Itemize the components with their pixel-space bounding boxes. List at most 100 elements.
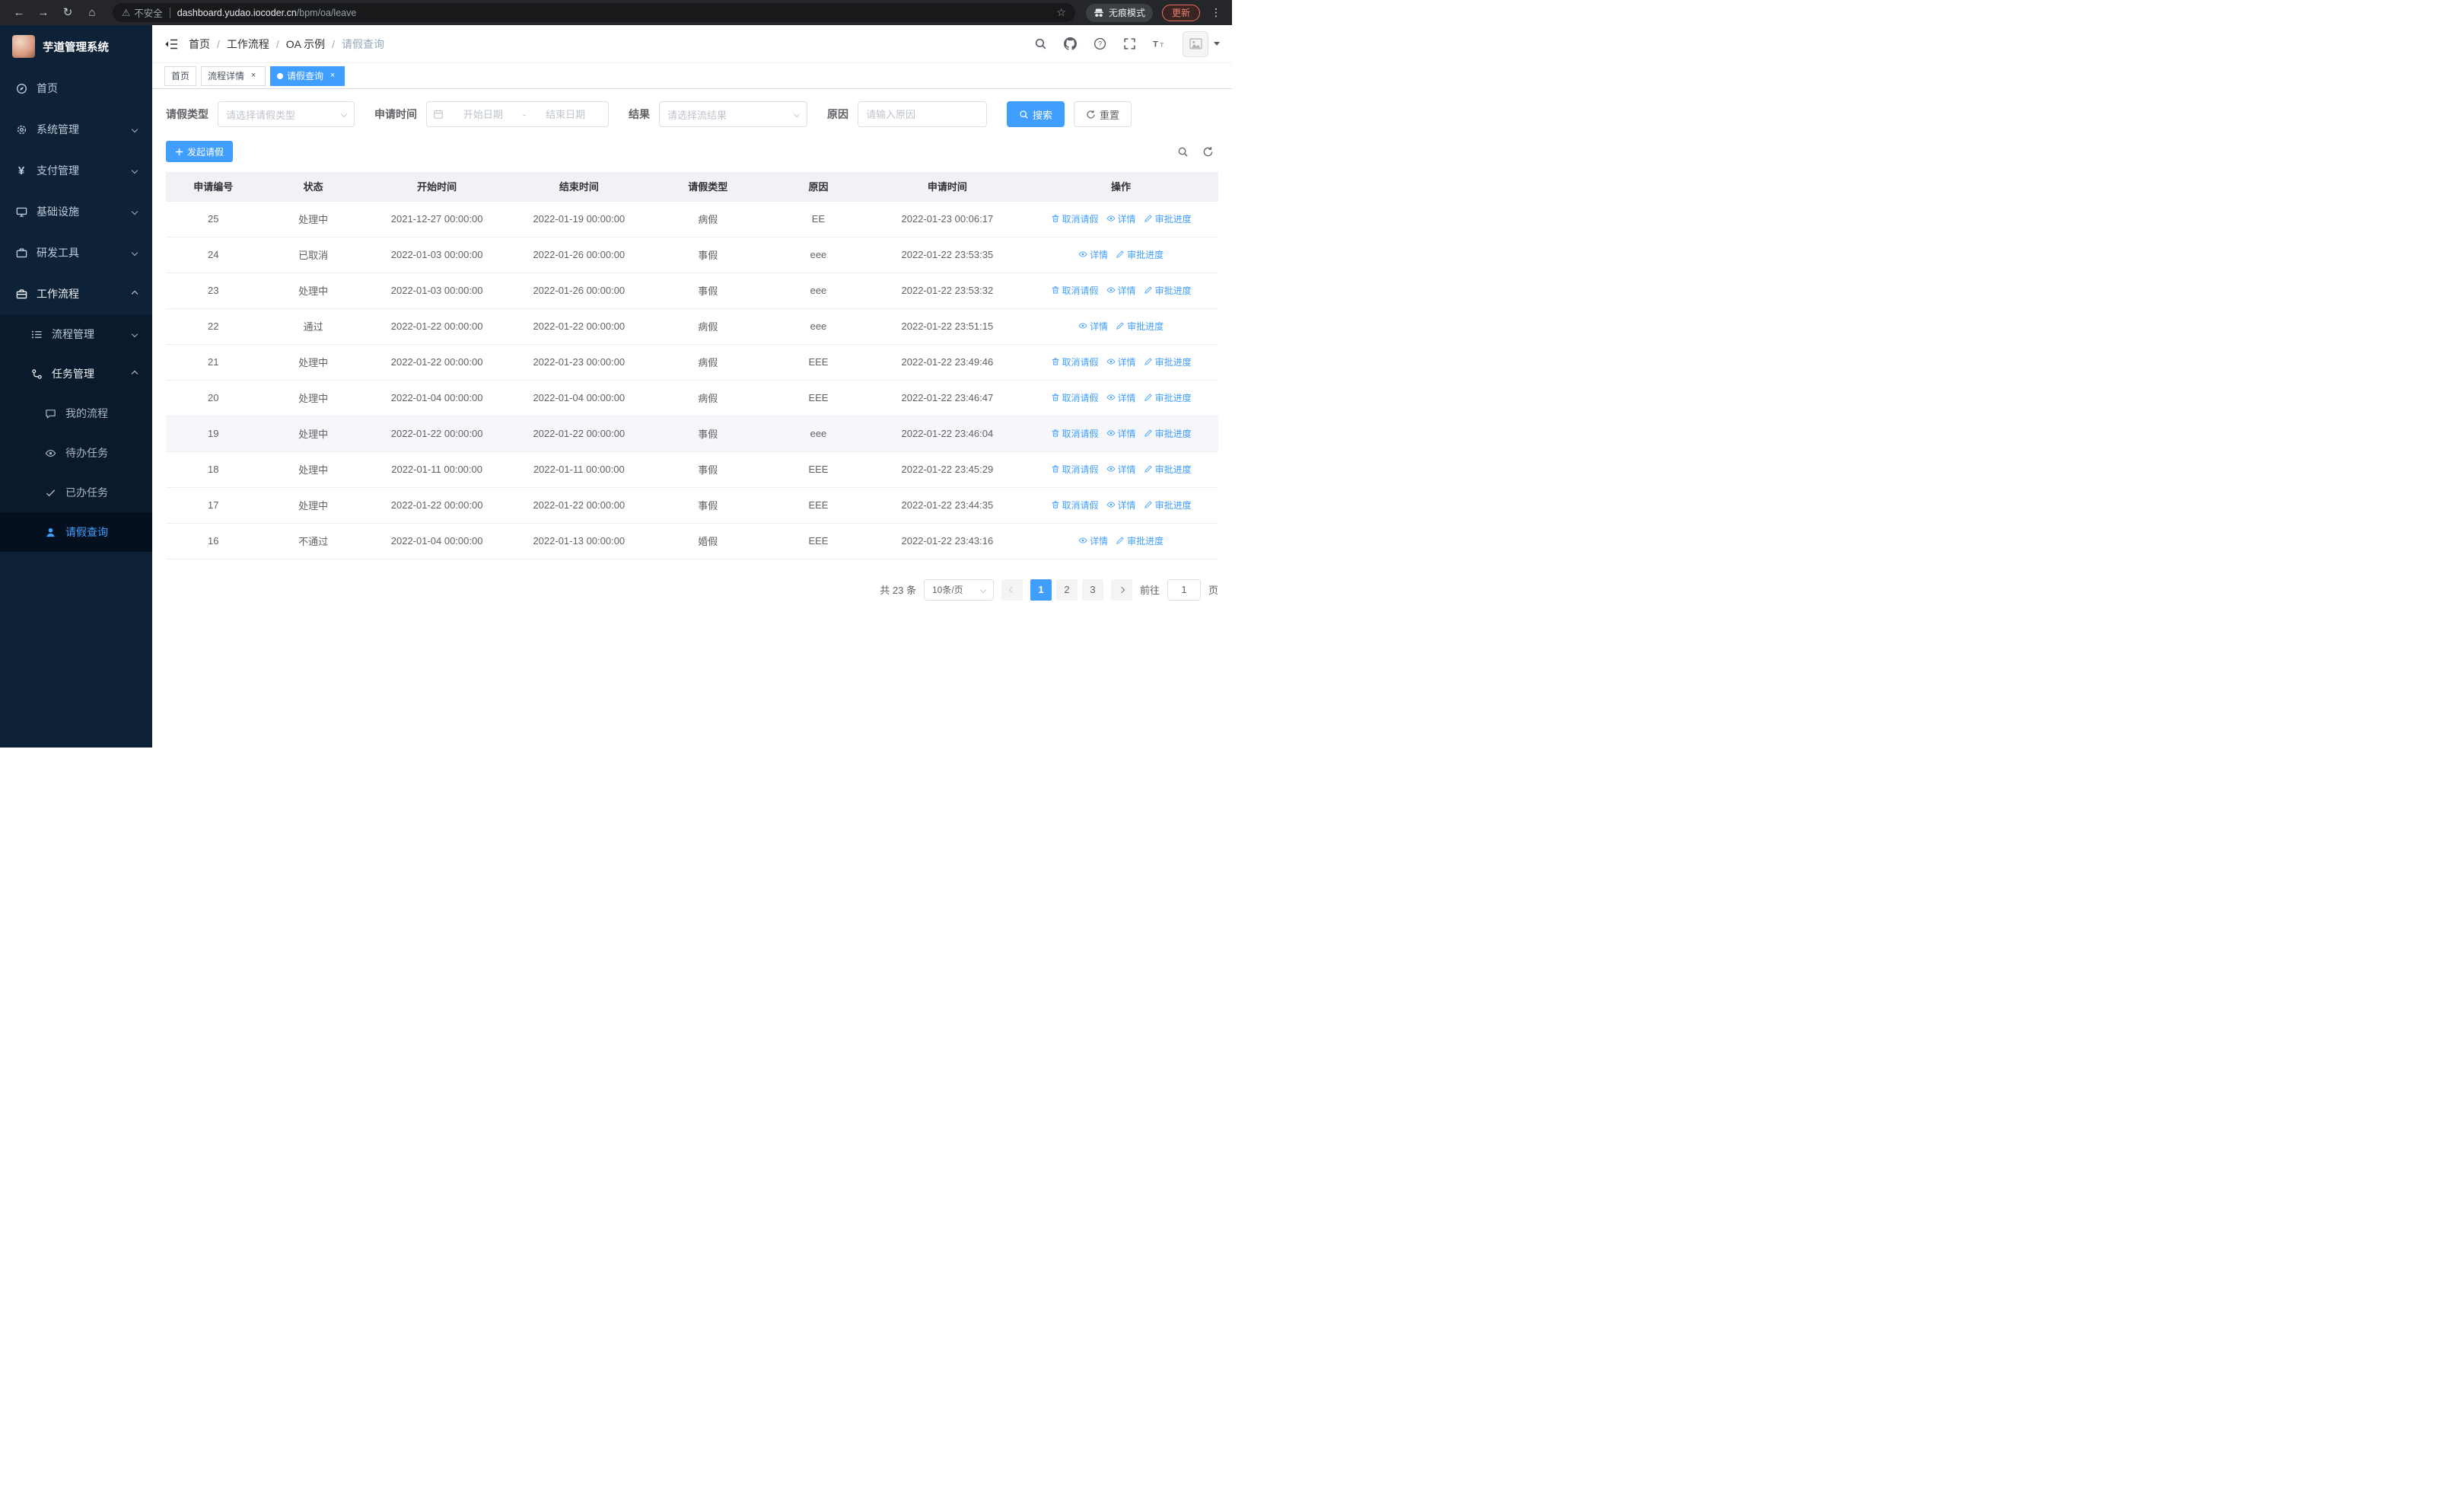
sidebar-item-process-management[interactable]: 流程管理 (0, 314, 152, 354)
next-page-button[interactable] (1110, 579, 1132, 601)
address-bar[interactable]: ⚠ 不安全 dashboard.yudao.iocoder.cn/bpm/oa/… (113, 3, 1075, 22)
detail-button[interactable]: 详情 (1078, 534, 1108, 547)
approval-progress-button[interactable]: 审批进度 (1116, 248, 1164, 261)
end-date-input[interactable] (529, 108, 602, 120)
detail-button[interactable]: 详情 (1106, 212, 1136, 225)
back-icon[interactable]: ← (9, 4, 29, 22)
home-icon[interactable]: ⌂ (82, 4, 102, 22)
detail-button[interactable]: 详情 (1106, 391, 1136, 404)
tab-home[interactable]: 首页 (164, 65, 197, 86)
approval-progress-button[interactable]: 审批进度 (1144, 427, 1192, 440)
font-size-icon[interactable]: TT (1153, 37, 1166, 50)
cancel-leave-button[interactable]: 取消请假 (1051, 212, 1099, 225)
detail-button[interactable]: 详情 (1106, 284, 1136, 297)
approval-progress-button[interactable]: 审批进度 (1144, 212, 1192, 225)
action-label: 详情 (1117, 464, 1136, 475)
page-size-value: 10条/页 (931, 585, 963, 595)
breadcrumb-item[interactable]: 首页 (189, 37, 210, 52)
detail-button[interactable]: 详情 (1106, 463, 1136, 476)
sidebar-item-payment[interactable]: ¥ 支付管理 (0, 150, 152, 191)
browser-chrome: ← → ↻ ⌂ ⚠ 不安全 dashboard.yudao.iocoder.cn… (0, 0, 1232, 25)
approval-progress-button[interactable]: 审批进度 (1144, 499, 1192, 512)
cancel-leave-button[interactable]: 取消请假 (1051, 284, 1099, 297)
sidebar-item-infra[interactable]: 基础设施 (0, 191, 152, 232)
help-icon[interactable]: ? (1094, 37, 1106, 50)
apply-time-range-picker[interactable]: - (426, 101, 609, 127)
cancel-leave-button[interactable]: 取消请假 (1051, 355, 1099, 368)
app-logo[interactable]: 芋道管理系统 (0, 25, 152, 68)
create-leave-label: 发起请假 (187, 146, 224, 158)
browser-menu-icon[interactable]: ⋮ (1209, 6, 1223, 19)
sidebar-item-task-management[interactable]: 任务管理 (0, 354, 152, 394)
breadcrumb-item[interactable]: OA 示例 (286, 37, 325, 52)
reset-button[interactable]: 重置 (1074, 101, 1132, 127)
fullscreen-icon[interactable] (1123, 37, 1136, 50)
detail-button[interactable]: 详情 (1106, 355, 1136, 368)
edit-icon (1116, 250, 1125, 259)
action-label: 审批进度 (1154, 392, 1192, 403)
close-icon[interactable]: × (327, 71, 338, 81)
forward-icon[interactable]: → (33, 4, 53, 22)
cancel-leave-button[interactable]: 取消请假 (1051, 427, 1099, 440)
tab-leave-query[interactable]: 请假查询 × (270, 65, 345, 86)
detail-button[interactable]: 详情 (1078, 320, 1108, 333)
search-button[interactable]: 搜索 (1007, 101, 1065, 127)
cell-apply_time: 2022-01-22 23:43:16 (871, 523, 1024, 559)
page-size-select[interactable]: 10条/页 (923, 579, 994, 601)
approval-progress-button[interactable]: 审批进度 (1144, 391, 1192, 404)
page-button-2[interactable]: 2 (1055, 579, 1078, 601)
update-button[interactable]: 更新 (1161, 4, 1200, 21)
cancel-leave-button[interactable]: 取消请假 (1051, 391, 1099, 404)
search-icon[interactable] (1034, 37, 1047, 50)
approval-progress-button[interactable]: 审批进度 (1116, 534, 1164, 547)
edit-icon (1116, 536, 1125, 545)
result-select[interactable]: 请选择流结果 (659, 101, 807, 127)
sidebar-item-done-tasks[interactable]: 已办任务 (0, 473, 152, 512)
edit-icon (1144, 357, 1153, 366)
chat-icon (44, 407, 56, 419)
approval-progress-button[interactable]: 审批进度 (1116, 320, 1164, 333)
bookmark-star-icon[interactable]: ☆ (1056, 6, 1066, 19)
github-icon[interactable] (1064, 37, 1077, 50)
cell-end: 2022-01-19 00:00:00 (508, 201, 651, 237)
sidebar-item-label: 请假查询 (65, 526, 108, 538)
sidebar-item-my-process[interactable]: 我的流程 (0, 394, 152, 433)
leave-type-select[interactable]: 请选择请假类型 (218, 101, 355, 127)
page-button-1[interactable]: 1 (1030, 579, 1052, 601)
edit-icon (1144, 393, 1153, 402)
cancel-leave-button[interactable]: 取消请假 (1051, 499, 1099, 512)
gear-icon (15, 123, 27, 135)
detail-button[interactable]: 详情 (1078, 248, 1108, 261)
close-icon[interactable]: × (248, 71, 259, 81)
sidebar-item-todo-tasks[interactable]: 待办任务 (0, 433, 152, 473)
start-date-input[interactable] (447, 108, 520, 120)
sidebar-item-home[interactable]: 首页 (0, 68, 152, 109)
approval-progress-button[interactable]: 审批进度 (1144, 355, 1192, 368)
toggle-search-icon[interactable] (1177, 146, 1189, 158)
detail-button[interactable]: 详情 (1106, 499, 1136, 512)
user-menu[interactable] (1183, 30, 1220, 57)
sidebar-item-leave-query[interactable]: 请假查询 (0, 512, 152, 552)
refresh-icon[interactable]: ↻ (58, 4, 78, 22)
table-row: 25 处理中 2021-12-27 00:00:00 2022-01-19 00:00… (166, 201, 1218, 237)
refresh-table-icon[interactable] (1202, 146, 1214, 158)
tab-process-detail[interactable]: 流程详情 × (201, 65, 266, 86)
breadcrumb-item[interactable]: 工作流程 (227, 37, 269, 52)
cell-status: 处理中 (260, 451, 366, 488)
fold-sidebar-icon[interactable] (164, 38, 178, 50)
cell-end: 2022-01-26 00:00:00 (508, 237, 651, 273)
cancel-leave-button[interactable]: 取消请假 (1051, 463, 1099, 476)
reason-input[interactable] (858, 101, 987, 127)
prev-page-button[interactable] (1001, 579, 1023, 601)
action-label: 详情 (1117, 428, 1136, 439)
approval-progress-button[interactable]: 审批进度 (1144, 284, 1192, 297)
approval-progress-button[interactable]: 审批进度 (1144, 463, 1192, 476)
detail-button[interactable]: 详情 (1106, 427, 1136, 440)
sidebar-item-system[interactable]: 系统管理 (0, 109, 152, 150)
page-button-3[interactable]: 3 (1081, 579, 1103, 601)
goto-page-input[interactable] (1167, 579, 1201, 601)
sidebar-item-workflow[interactable]: 工作流程 (0, 273, 152, 314)
security-indicator[interactable]: ⚠ 不安全 (122, 5, 163, 20)
sidebar-item-devtools[interactable]: 研发工具 (0, 232, 152, 273)
create-leave-button[interactable]: 发起请假 (166, 141, 234, 162)
